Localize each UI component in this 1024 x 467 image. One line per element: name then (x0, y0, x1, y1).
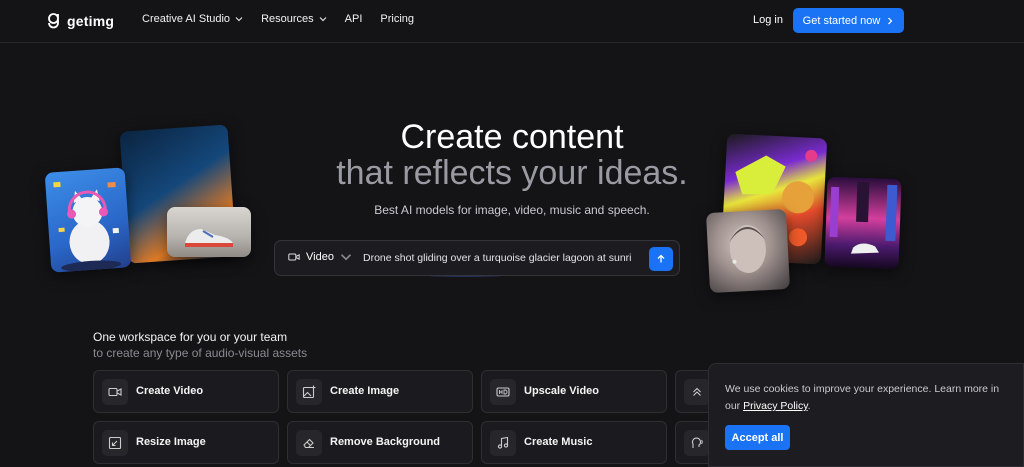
card-label: Create Music (524, 436, 593, 448)
privacy-policy-link[interactable]: Privacy Policy (743, 400, 808, 412)
get-started-button[interactable]: Get started now (793, 8, 904, 33)
arrow-up-icon (657, 254, 665, 263)
workspace-title: One workspace for you or your team (93, 330, 288, 344)
mode-label: Video (306, 251, 334, 263)
nav-resources[interactable]: Resources (261, 13, 327, 25)
chevron-down-icon (235, 17, 243, 22)
card-create-image[interactable]: Create Image (287, 370, 473, 413)
chevron-down-icon (340, 254, 352, 261)
card-create-video[interactable]: Create Video (93, 370, 279, 413)
top-nav: getimg Creative AI Studio Resources API … (0, 0, 1024, 43)
video-icon (102, 379, 128, 405)
chevron-right-icon (888, 17, 893, 24)
logo-mark-icon (48, 13, 59, 29)
speech-icon (684, 430, 710, 456)
workspace-subtitle: to create any type of audio-visual asset… (93, 346, 308, 360)
nav-link-label: Pricing (380, 13, 414, 25)
send-button[interactable] (649, 247, 673, 271)
card-create-music[interactable]: Create Music (481, 421, 667, 464)
hero-image-portrait (705, 208, 791, 294)
video-camera-icon (288, 253, 300, 261)
portrait-illustration (729, 225, 766, 273)
hero-subtitle: Best AI models for image, video, music a… (374, 203, 650, 217)
hero-title: Create content (400, 118, 624, 156)
resize-icon (102, 430, 128, 456)
cookie-message: We use cookies to improve your experienc… (725, 381, 1010, 415)
prompt-bar: Video (274, 240, 680, 276)
nav-link-label: Creative AI Studio (142, 13, 231, 25)
cookie-banner: We use cookies to improve your experienc… (708, 363, 1024, 467)
nav-link-label: API (344, 13, 363, 25)
card-label: Create Video (136, 385, 204, 397)
nav-link-label: Resources (261, 13, 314, 25)
hero-title-secondary: that reflects your ideas. (336, 154, 688, 192)
card-label: Resize Image (136, 436, 206, 448)
login-link[interactable]: Log in (753, 14, 783, 26)
nav-creative-ai-studio[interactable]: Creative AI Studio (142, 13, 243, 25)
accept-all-button[interactable]: Accept all (725, 425, 790, 450)
logo[interactable]: getimg (48, 12, 114, 29)
card-label: Upscale Video (524, 385, 599, 397)
card-resize-image[interactable]: Resize Image (93, 421, 279, 464)
image-plus-icon (296, 379, 322, 405)
card-upscale-video[interactable]: Upscale Video (481, 370, 667, 413)
upscale-icon (684, 379, 710, 405)
nav-pricing[interactable]: Pricing (380, 13, 414, 25)
hd-icon (490, 379, 516, 405)
prompt-input[interactable] (363, 249, 633, 267)
nav-api[interactable]: API (345, 13, 363, 25)
card-remove-background[interactable]: Remove Background (287, 421, 473, 464)
nav-links: Creative AI Studio Resources API Pricing (142, 13, 414, 25)
mode-selector[interactable]: Video (288, 251, 352, 263)
cookie-suffix: . (807, 400, 811, 412)
logo-text: getimg (67, 12, 115, 29)
get-started-label: Get started now (802, 14, 881, 27)
chevron-down-icon (319, 17, 327, 22)
card-label: Remove Background (330, 436, 441, 448)
eraser-icon (296, 430, 322, 456)
card-label: Create Image (330, 385, 400, 397)
music-note-icon (490, 430, 516, 456)
